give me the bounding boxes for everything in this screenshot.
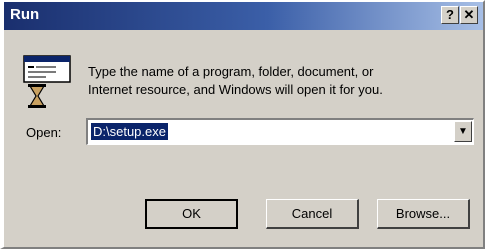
prompt-line-1: Type the name of a program, folder, docu… bbox=[88, 64, 374, 79]
dropdown-arrow-icon[interactable]: ▼ bbox=[454, 121, 472, 142]
window-title: Run bbox=[10, 6, 40, 23]
open-label: Open: bbox=[26, 125, 62, 140]
open-input[interactable]: D:\setup.exe bbox=[91, 123, 168, 140]
run-dialog: Run ? ✕ Type the name of a program, fold… bbox=[0, 0, 485, 249]
open-combobox[interactable]: D:\setup.exe ▼ bbox=[86, 118, 474, 145]
close-button[interactable]: ✕ bbox=[460, 6, 478, 24]
prompt-text: Type the name of a program, folder, docu… bbox=[88, 63, 468, 99]
help-button[interactable]: ? bbox=[441, 6, 459, 24]
ok-button[interactable]: OK bbox=[145, 199, 238, 229]
run-program-icon bbox=[23, 55, 71, 108]
cancel-button[interactable]: Cancel bbox=[266, 199, 359, 229]
prompt-line-2: Internet resource, and Windows will open… bbox=[88, 82, 383, 97]
browse-button[interactable]: Browse... bbox=[377, 199, 470, 229]
title-bar[interactable]: Run ? ✕ bbox=[4, 2, 483, 30]
